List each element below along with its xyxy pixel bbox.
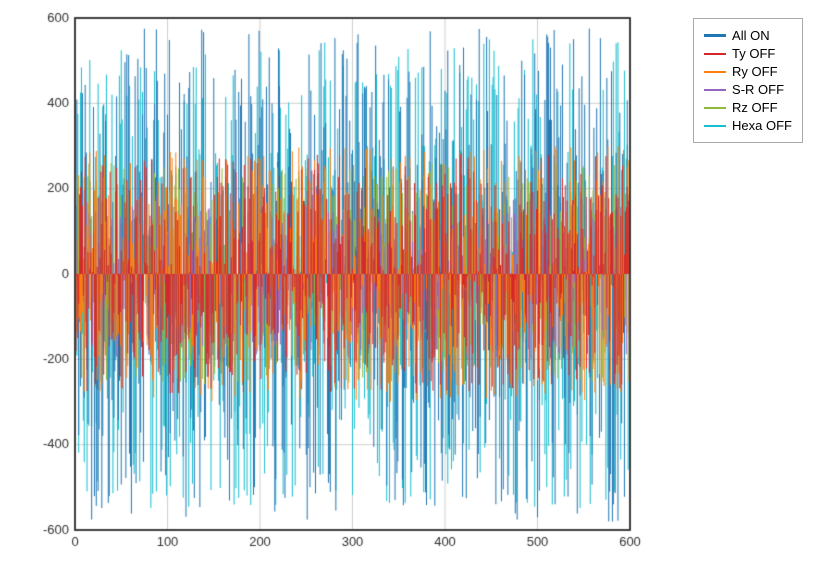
legend-item: S-R OFF (704, 82, 792, 97)
chart-container: All ON Ty OFF Ry OFF S-R OFF Rz OFF Hexa OFF (0, 0, 821, 584)
legend-item: All ON (704, 28, 792, 43)
legend-item: Ty OFF (704, 46, 792, 61)
legend-label: Hexa OFF (732, 118, 792, 133)
legend-color-swatch (704, 34, 726, 37)
legend-color-swatch (704, 89, 726, 91)
legend-label: Ty OFF (732, 46, 775, 61)
chart-legend: All ON Ty OFF Ry OFF S-R OFF Rz OFF Hexa OFF (693, 18, 803, 143)
legend-label: S-R OFF (732, 82, 784, 97)
legend-label: Rz OFF (732, 100, 778, 115)
legend-item: Rz OFF (704, 100, 792, 115)
legend-color-swatch (704, 71, 726, 73)
legend-color-swatch (704, 125, 726, 127)
legend-item: Ry OFF (704, 64, 792, 79)
legend-label: Ry OFF (732, 64, 778, 79)
legend-color-swatch (704, 53, 726, 55)
legend-color-swatch (704, 107, 726, 109)
legend-item: Hexa OFF (704, 118, 792, 133)
legend-label: All ON (732, 28, 770, 43)
